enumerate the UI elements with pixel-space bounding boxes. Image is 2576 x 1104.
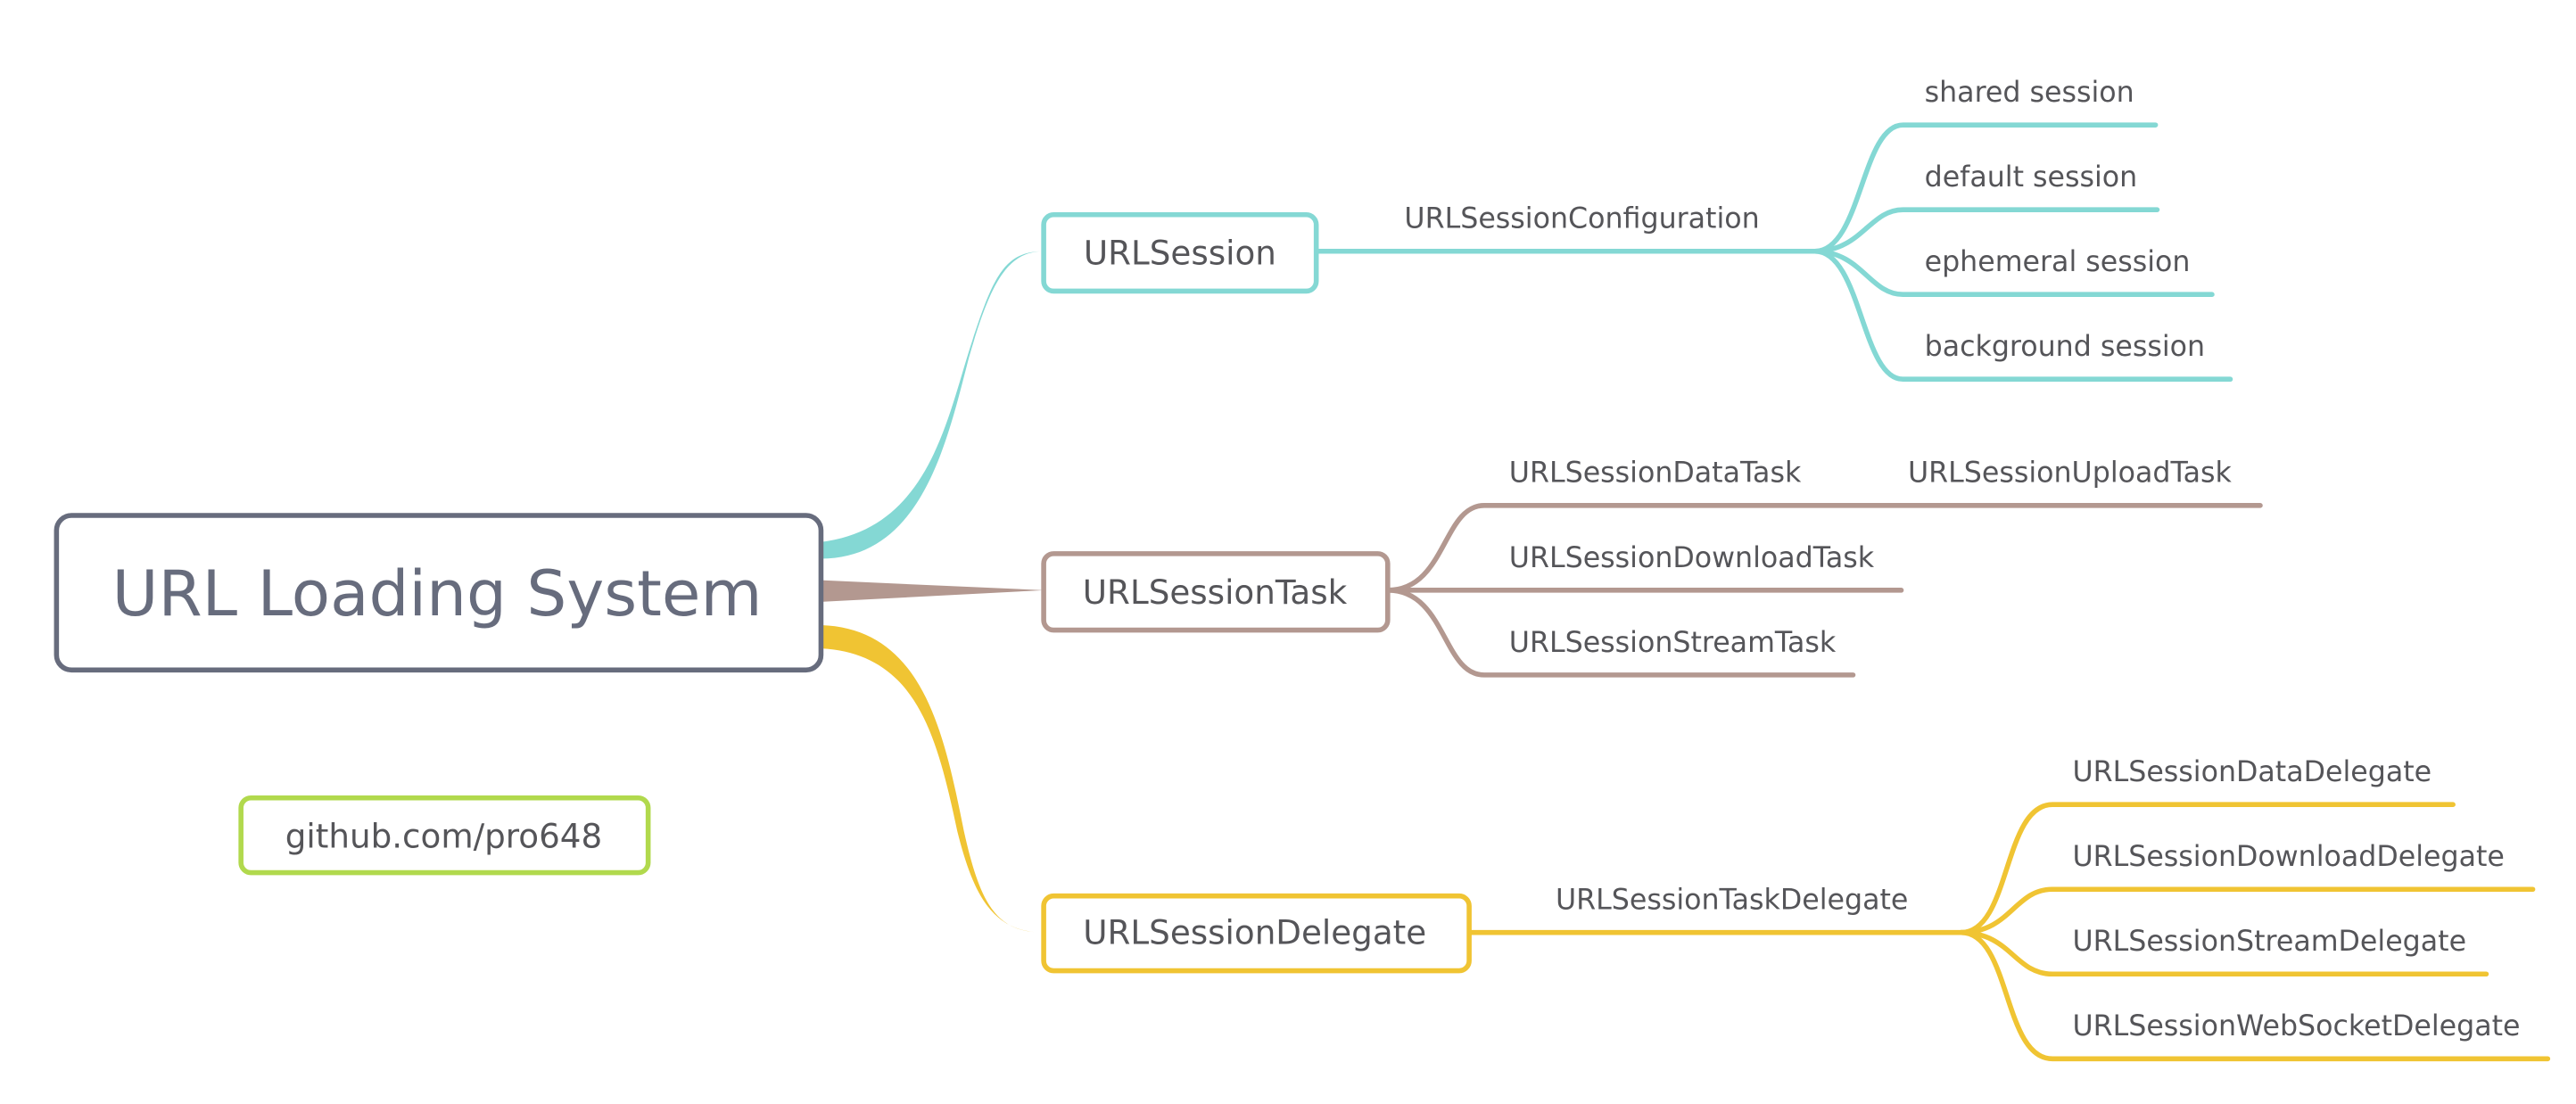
connector-configuration-default [1812, 207, 2160, 254]
node-urlsession[interactable]: URLSession [1041, 211, 1319, 294]
mind-map: URL Loading System github.com/pro648 URL… [54, 77, 2551, 1062]
node-urlsessionstreamdelegate[interactable]: URLSessionStreamDelegate [2072, 926, 2466, 958]
node-urlsessiontaskdelegate[interactable]: URLSessionTaskDelegate [1556, 885, 1908, 917]
node-ephemeral-session[interactable]: ephemeral session [1925, 246, 2191, 278]
node-urlsession-label: URLSession [1084, 234, 1276, 273]
node-urlsessiondelegate-label: URLSessionDelegate [1083, 913, 1426, 952]
node-urlsessionuploadtask[interactable]: URLSessionUploadTask [1908, 457, 2232, 490]
node-urlsessiondelegate[interactable]: URLSessionDelegate [1041, 893, 1472, 974]
root-node[interactable]: URL Loading System [54, 513, 824, 673]
floating-node-label: github.com/pro648 [285, 817, 602, 856]
node-urlsessionconfiguration[interactable]: URLSessionConfiguration [1404, 203, 1759, 235]
floating-node-github[interactable]: github.com/pro648 [238, 795, 651, 876]
node-background-session[interactable]: background session [1925, 331, 2205, 363]
root-node-label: URL Loading System [112, 556, 763, 630]
node-urlsessiontask-label: URLSessionTask [1083, 573, 1348, 612]
node-urlsessiondownloaddelegate[interactable]: URLSessionDownloadDelegate [2072, 841, 2504, 873]
connector-root-task [821, 580, 1044, 602]
connector-root-urlsession [821, 251, 1044, 559]
node-shared-session[interactable]: shared session [1925, 77, 2134, 109]
node-urlsessiondatadelegate[interactable]: URLSessionDataDelegate [2072, 756, 2432, 788]
node-urlsessionstreamtask[interactable]: URLSessionStreamTask [1509, 627, 1837, 659]
node-urlsessiondownloadtask[interactable]: URLSessionDownloadTask [1509, 542, 1875, 574]
node-default-session[interactable]: default session [1925, 161, 2138, 194]
connector-root-delegate [821, 624, 1044, 933]
node-urlsessiondatatask[interactable]: URLSessionDataTask [1509, 457, 1802, 490]
node-urlsessiontask[interactable]: URLSessionTask [1041, 551, 1391, 633]
node-urlsessionwebsocketdelegate[interactable]: URLSessionWebSocketDelegate [2072, 1010, 2520, 1042]
